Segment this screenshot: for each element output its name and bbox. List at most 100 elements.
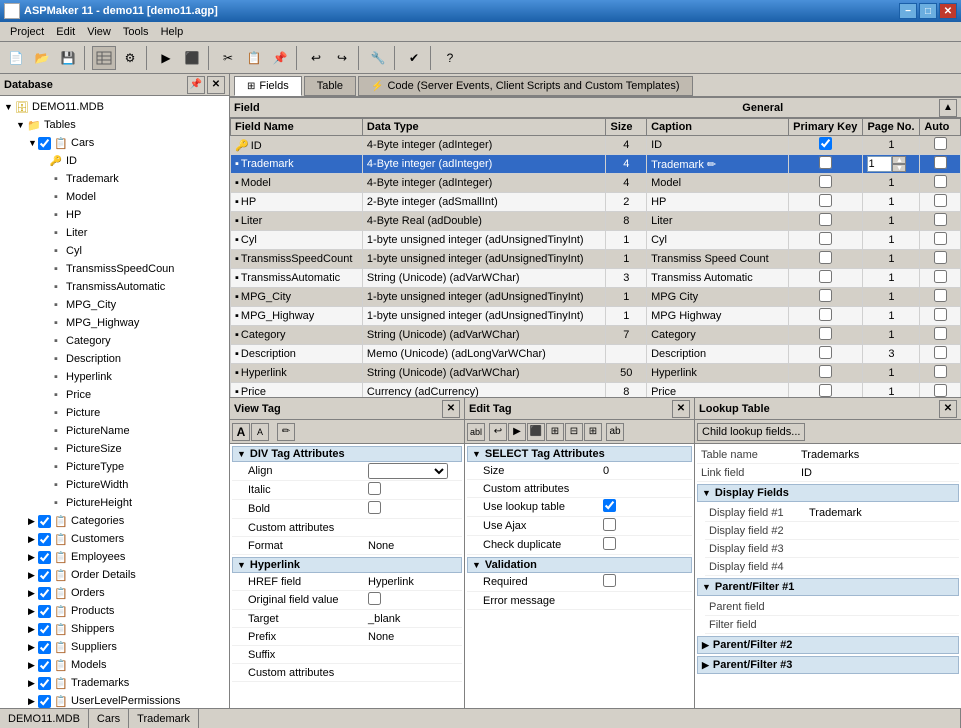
menu-edit[interactable]: Edit: [50, 24, 81, 40]
panel-close-button[interactable]: ✕: [207, 76, 225, 94]
employees-checkbox[interactable]: [38, 551, 51, 564]
trademarks-checkbox[interactable]: [38, 677, 51, 690]
undo-button[interactable]: ↩: [304, 46, 328, 70]
auto-checkbox[interactable]: [934, 194, 947, 207]
field-picturename[interactable]: ▪ PictureName: [2, 422, 227, 440]
field-picturewidth[interactable]: ▪ PictureWidth: [2, 476, 227, 494]
panel-pin-button[interactable]: 📌: [187, 76, 205, 94]
display-fields-header[interactable]: ▼ Display Fields: [697, 484, 959, 502]
table-row[interactable]: ▪MPG_Highway1-byte unsigned integer (adU…: [231, 307, 961, 326]
preview-button[interactable]: ▶: [154, 46, 178, 70]
edit-tag-close[interactable]: ✕: [672, 400, 690, 418]
categories-checkbox[interactable]: [38, 515, 51, 528]
field-hyperlink[interactable]: ▪ Hyperlink: [2, 368, 227, 386]
pk-checkbox[interactable]: [819, 327, 832, 340]
table-row[interactable]: ▪Liter4-Byte Real (adDouble)8Liter1: [231, 212, 961, 231]
field-transmissautomatic[interactable]: ▪ TransmissAutomatic: [2, 278, 227, 296]
field-mpg-city[interactable]: ▪ MPG_City: [2, 296, 227, 314]
table-row[interactable]: ▪Model4-Byte integer (adInteger)4Model1: [231, 174, 961, 193]
shippers-expand[interactable]: ▶: [28, 624, 38, 635]
auto-checkbox[interactable]: [934, 232, 947, 245]
ulp-expand[interactable]: ▶: [28, 696, 38, 707]
trademarks-expand[interactable]: ▶: [28, 678, 38, 689]
shippers-checkbox[interactable]: [38, 623, 51, 636]
pk-checkbox[interactable]: [819, 156, 832, 169]
check-dup-checkbox[interactable]: [603, 537, 616, 550]
save-button[interactable]: 💾: [56, 46, 80, 70]
table-row[interactable]: ▪MPG_City1-byte unsigned integer (adUnsi…: [231, 288, 961, 307]
suppliers-checkbox[interactable]: [38, 641, 51, 654]
pk-checkbox[interactable]: [819, 346, 832, 359]
cut-button[interactable]: ✂: [216, 46, 240, 70]
auto-checkbox[interactable]: [934, 137, 947, 150]
tree-suppliers[interactable]: ▶ 📋 Suppliers: [2, 638, 227, 656]
auto-checkbox[interactable]: [934, 213, 947, 226]
page-no-input[interactable]: [867, 156, 892, 172]
products-expand[interactable]: ▶: [28, 606, 38, 617]
use-lookup-checkbox[interactable]: [603, 499, 616, 512]
edit-font-btn[interactable]: abl: [467, 423, 485, 441]
table-row[interactable]: ▪HP2-Byte integer (adSmallInt)2HP1: [231, 193, 961, 212]
table-row[interactable]: ▪PriceCurrency (adCurrency)8Price1: [231, 383, 961, 399]
models-expand[interactable]: ▶: [28, 660, 38, 671]
pk-checkbox[interactable]: [819, 270, 832, 283]
orig-field-checkbox[interactable]: [368, 592, 381, 605]
align-select[interactable]: [368, 463, 448, 479]
models-checkbox[interactable]: [38, 659, 51, 672]
auto-checkbox[interactable]: [934, 308, 947, 321]
field-transmissspeedcoun[interactable]: ▪ TransmissSpeedCoun: [2, 260, 227, 278]
tree-tables[interactable]: ▼ 📁 Tables: [2, 116, 227, 134]
field-category[interactable]: ▪ Category: [2, 332, 227, 350]
menu-view[interactable]: View: [81, 24, 117, 40]
div-collapse[interactable]: ▼: [237, 449, 246, 459]
table-row[interactable]: ▪TransmissSpeedCount1-byte unsigned inte…: [231, 250, 961, 269]
tab-code[interactable]: ⚡ Code (Server Events, Client Scripts an…: [358, 76, 692, 96]
pk-checkbox[interactable]: [819, 175, 832, 188]
products-checkbox[interactable]: [38, 605, 51, 618]
pk-checkbox[interactable]: [819, 194, 832, 207]
root-expand[interactable]: ▼: [4, 102, 14, 112]
display-fields-collapse[interactable]: ▼: [702, 488, 711, 498]
field-price[interactable]: ▪ Price: [2, 386, 227, 404]
field-pictureheight[interactable]: ▪ PictureHeight: [2, 494, 227, 512]
table-row[interactable]: ▪TransmissAutomaticString (Unicode) (adV…: [231, 269, 961, 288]
view-edit-btn[interactable]: ✏: [277, 423, 295, 441]
parent-filter-3-header[interactable]: ▶ Parent/Filter #3: [697, 656, 959, 674]
customers-checkbox[interactable]: [38, 533, 51, 546]
cars-checkbox[interactable]: [38, 137, 51, 150]
pk-checkbox[interactable]: [819, 251, 832, 264]
field-description[interactable]: ▪ Description: [2, 350, 227, 368]
edit-ab-btn[interactable]: ab: [606, 423, 624, 441]
tree-cars[interactable]: ▼ 📋 Cars: [2, 134, 227, 152]
validation-collapse[interactable]: ▼: [472, 560, 481, 570]
edit-cols-btn[interactable]: ⊞: [584, 423, 602, 441]
field-picturetype[interactable]: ▪ PictureType: [2, 458, 227, 476]
tab-table[interactable]: Table: [304, 76, 356, 96]
menu-project[interactable]: Project: [4, 24, 50, 40]
field-picture[interactable]: ▪ Picture: [2, 404, 227, 422]
grid-scroll-up[interactable]: ▲: [939, 99, 957, 117]
view-font-btn[interactable]: A: [232, 423, 250, 441]
open-button[interactable]: 📂: [30, 46, 54, 70]
auto-checkbox[interactable]: [934, 327, 947, 340]
customers-expand[interactable]: ▶: [28, 534, 38, 545]
order-details-checkbox[interactable]: [38, 569, 51, 582]
maximize-button[interactable]: □: [919, 3, 937, 19]
field-hp[interactable]: ▪ HP: [2, 206, 227, 224]
edit-grid-btn[interactable]: ⊞: [546, 423, 564, 441]
field-id[interactable]: 🔑 ID: [2, 152, 227, 170]
spin-up[interactable]: ▲: [892, 156, 906, 164]
cars-expand[interactable]: ▼: [28, 138, 38, 148]
auto-checkbox[interactable]: [934, 346, 947, 359]
employees-expand[interactable]: ▶: [28, 552, 38, 563]
field-model[interactable]: ▪ Model: [2, 188, 227, 206]
tab-fields[interactable]: ⊞ Fields: [234, 76, 302, 96]
tree-userlevelpermissions[interactable]: ▶ 📋 UserLevelPermissions: [2, 692, 227, 708]
edit-caption-icon[interactable]: ✏: [707, 159, 716, 171]
required-checkbox[interactable]: [603, 574, 616, 587]
hyperlink-collapse[interactable]: ▼: [237, 560, 246, 570]
tree-orders[interactable]: ▶ 📋 Orders: [2, 584, 227, 602]
tree-employees[interactable]: ▶ 📋 Employees: [2, 548, 227, 566]
menu-tools[interactable]: Tools: [117, 24, 155, 40]
paste-button[interactable]: 📌: [268, 46, 292, 70]
